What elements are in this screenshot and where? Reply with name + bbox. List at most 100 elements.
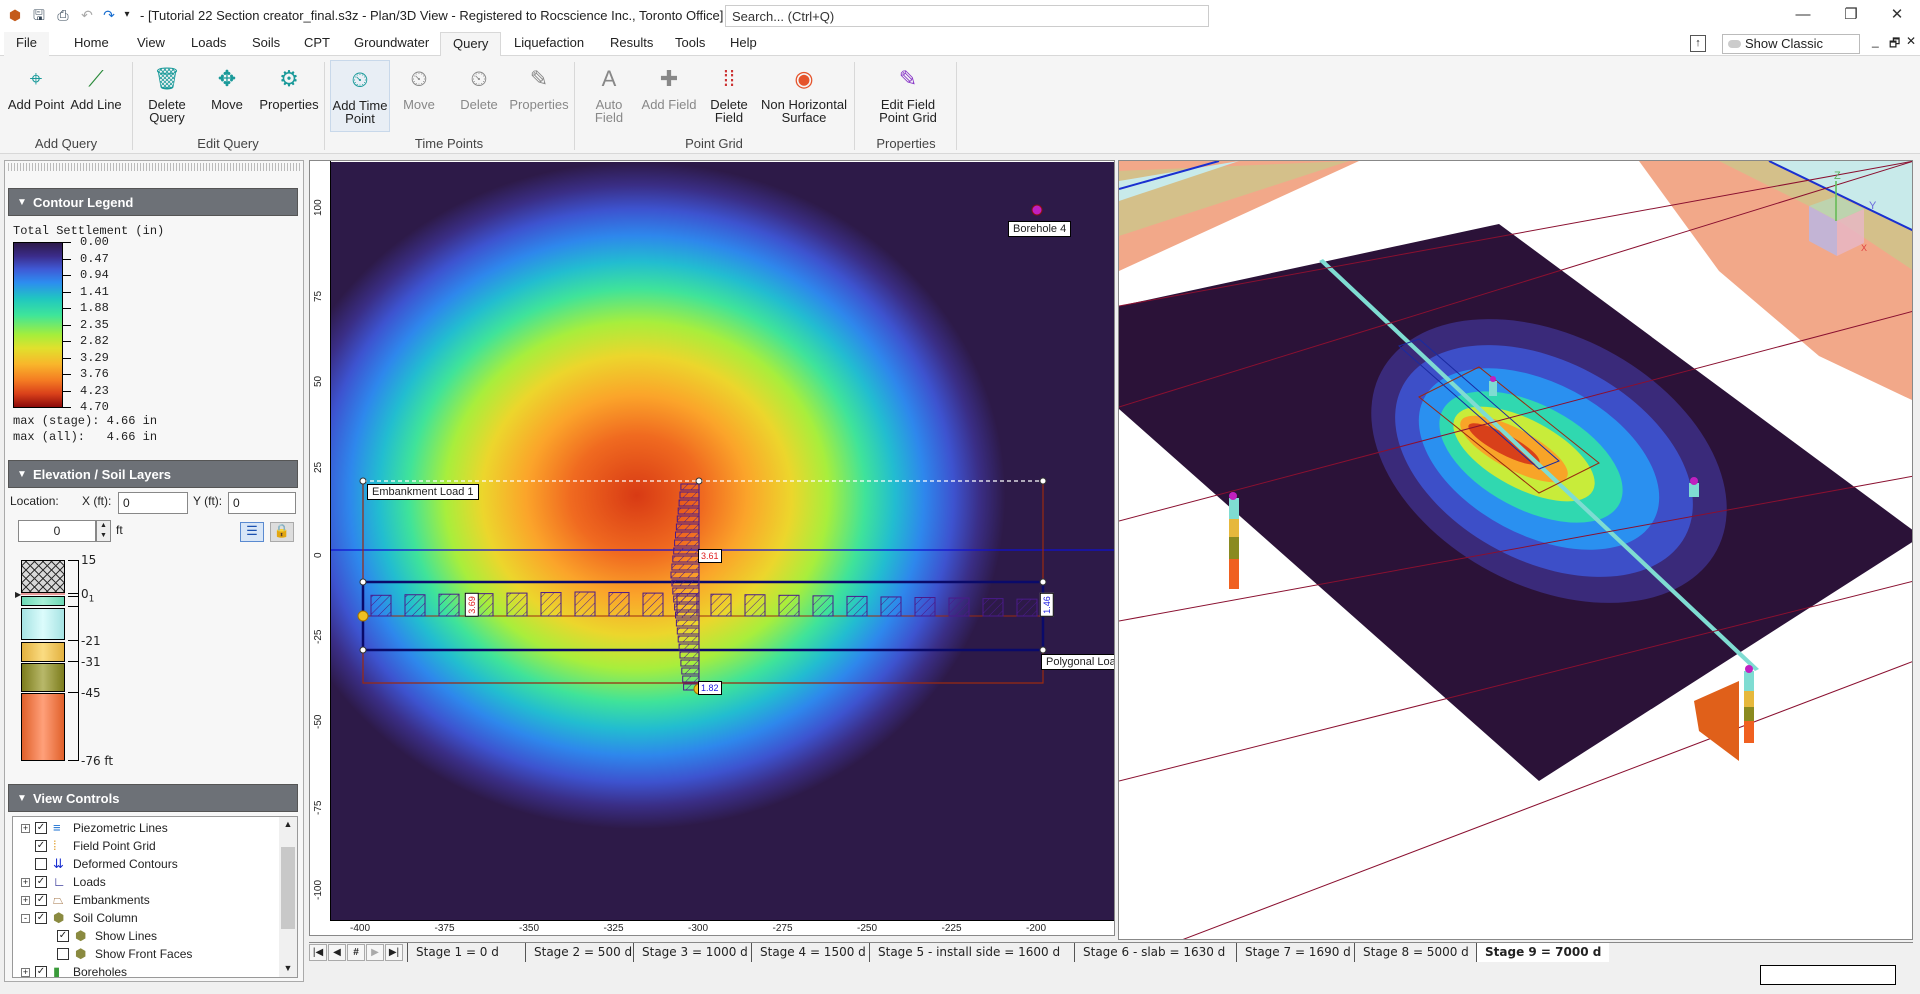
scroll-down-icon[interactable]: ▼ [279,963,297,973]
tree-item[interactable]: ✓ ⁞ Field Point Grid [13,837,275,855]
tree-item[interactable]: + ✓ ⏢ Embankments [13,891,275,909]
save-icon[interactable]: 🖫 [30,5,48,25]
y-input[interactable]: 0 [228,492,296,514]
move-query-button[interactable]: ✥ Move [198,60,256,132]
tab-liquefaction[interactable]: Liquefaction [502,32,596,56]
delete-query-button[interactable]: 🗑 Delete Query [138,60,196,132]
print-icon[interactable]: ⎙ [54,5,72,25]
lock-button[interactable]: 🔒 [270,522,294,542]
tab-loads[interactable]: Loads [179,32,238,56]
view-controls-header[interactable]: ▼ View Controls [8,784,298,812]
customize-quick-access-icon[interactable]: ▾ [118,5,136,25]
stage-tab[interactable]: Stage 3 = 1000 d [633,943,756,962]
add-field-button[interactable]: ✚ Add Field [640,60,698,132]
close-button[interactable]: ✕ [1882,4,1912,26]
time-point-properties-button[interactable]: ✎ Properties [508,60,570,132]
collapse-ribbon-icon[interactable]: ↑ [1690,35,1706,52]
tab-soils[interactable]: Soils [240,32,292,56]
search-input[interactable]: Search... (Ctrl+Q) [725,5,1209,27]
checkbox[interactable]: ✓ [35,876,47,888]
stage-tab[interactable]: Stage 2 = 500 d [525,943,640,962]
tab-cpt[interactable]: CPT [292,32,342,56]
expand-icon[interactable]: + [21,968,30,977]
checkbox[interactable]: ✓ [57,930,69,942]
add-line-button[interactable]: ⟋ Add Line [67,60,125,132]
checkbox[interactable]: ✓ [35,840,47,852]
stage-number-button[interactable]: # [347,944,365,961]
add-point-button[interactable]: ⌖ Add Point [7,60,65,132]
doc-minimize-button[interactable]: _ [1872,34,1879,48]
scroll-thumb[interactable] [281,847,295,929]
3d-view[interactable]: Z Y X [1118,160,1913,940]
doc-restore-button[interactable]: 🗗 [1889,34,1900,55]
tab-tools[interactable]: Tools [663,32,717,56]
checkbox[interactable]: ✓ [35,912,47,924]
tree-item[interactable]: + ✓ ≡ Piezometric Lines [13,819,275,837]
first-stage-button[interactable]: |◀ [309,944,327,961]
contour-legend-header[interactable]: ▼ Contour Legend [8,188,298,216]
stage-tab[interactable]: Stage 6 - slab = 1630 d [1074,943,1233,962]
next-stage-button[interactable]: ▶ [366,944,384,961]
plan-view[interactable]: Embankment Load 1 Polygonal Load Borehol… [309,160,1115,936]
stage-tab[interactable]: Stage 7 = 1690 d [1236,943,1359,962]
stage-tab[interactable]: Stage 9 = 7000 d [1476,943,1610,962]
edit-field-point-grid-button[interactable]: ✎ Edit Field Point Grid [870,60,946,132]
checkbox[interactable] [35,858,47,870]
move-time-point-button[interactable]: ⏲ Move [390,60,448,132]
restore-button[interactable]: ❐ [1836,4,1866,26]
tab-help[interactable]: Help [718,32,769,56]
minimize-button[interactable]: — [1788,4,1818,26]
layers-button[interactable]: ☰ [240,522,264,542]
checkbox[interactable]: ✓ [35,894,47,906]
tree-item[interactable]: ⇊ Deformed Contours [13,855,275,873]
stage-tab[interactable]: Stage 5 - install side = 1600 d [869,943,1068,962]
3d-scene[interactable]: Z Y X [1119,161,1913,940]
scroll-up-icon[interactable]: ▲ [279,819,297,829]
checkbox[interactable]: ✓ [35,822,47,834]
profile-bar [675,619,700,627]
x-input[interactable]: 0 [118,492,188,514]
stage-tab[interactable]: Stage 8 = 5000 d [1354,943,1477,962]
tab-groundwater[interactable]: Groundwater [342,32,441,56]
elevation-input[interactable]: 0 [18,520,96,542]
polygonal-load-label[interactable]: Polygonal Load [1041,654,1114,670]
expand-icon[interactable]: + [21,896,30,905]
expand-icon[interactable]: + [21,824,30,833]
tab-results[interactable]: Results [598,32,665,56]
delete-time-point-button[interactable]: ⏲ Delete [450,60,508,132]
tree-item[interactable]: ✓ ⬢ Show Lines [13,927,275,945]
stage-tab[interactable]: Stage 4 = 1500 d [751,943,874,962]
expand-icon[interactable]: - [21,914,30,923]
auto-field-button[interactable]: A Auto Field [580,60,638,132]
stage-tab[interactable]: Stage 1 = 0 d [407,943,507,962]
show-classic-menus-toggle[interactable]: Show Classic Menus [1722,34,1860,69]
tab-query[interactable]: Query [440,32,502,57]
checkbox[interactable]: ✓ [35,966,47,977]
redo-icon[interactable]: ↷ [100,5,118,25]
expand-icon[interactable]: + [21,878,30,887]
tree-item[interactable]: + ✓ ▮ Boreholes [13,963,275,977]
tree-scrollbar[interactable]: ▲ ▼ [279,817,297,977]
last-stage-button[interactable]: ▶| [385,944,403,961]
tab-view[interactable]: View [125,32,177,56]
tab-file[interactable]: File [4,32,49,56]
doc-close-button[interactable]: ✕ [1906,34,1916,48]
elevation-spinner[interactable]: ▲ ▼ [96,520,111,542]
panel-grip[interactable] [8,163,300,171]
delete-field-button[interactable]: ⁞⁞ Delete Field [700,60,758,132]
tree-item[interactable]: - ✓ ⬢ Soil Column [13,909,275,927]
y-tick-label: 25 [313,461,324,473]
tree-item[interactable]: + ✓ ∟ Loads [13,873,275,891]
undo-icon[interactable]: ↶ [78,5,96,25]
tree-item[interactable]: ⬢ Show Front Faces [13,945,275,963]
embankment-load-label[interactable]: Embankment Load 1 [367,484,479,500]
add-time-point-button[interactable]: ⏲ Add Time Point [330,60,390,132]
tab-home[interactable]: Home [62,32,121,56]
non-horizontal-surface-button[interactable]: ◉ Non Horizontal Surface [760,60,848,132]
query-properties-button[interactable]: ⚙ Properties [258,60,320,132]
borehole-4-label[interactable]: Borehole 4 [1008,221,1072,237]
prev-stage-button[interactable]: ◀ [328,944,346,961]
vertex-marker [359,578,367,586]
elevation-soil-layers-header[interactable]: ▼ Elevation / Soil Layers [8,460,298,488]
checkbox[interactable] [57,948,69,960]
